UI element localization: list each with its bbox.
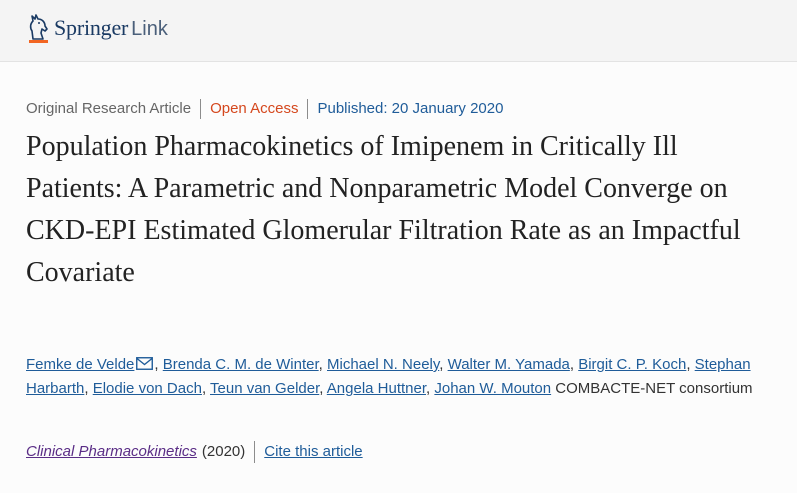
- author-link[interactable]: Angela Huttner: [327, 380, 426, 397]
- publication-year: (2020): [201, 443, 246, 460]
- author-link[interactable]: Brenda C. M. de Winter: [163, 356, 319, 373]
- author-link[interactable]: Birgit C. P. Koch: [578, 356, 686, 373]
- author-link[interactable]: Johan W. Mouton: [434, 380, 551, 397]
- mail-icon[interactable]: [136, 357, 154, 370]
- author-link[interactable]: Walter M. Yamada: [448, 356, 570, 373]
- published-date: Published: 20 January 2020: [317, 100, 504, 117]
- journal-link[interactable]: Clinical Pharmacokinetics: [26, 441, 197, 463]
- springer-link-logo[interactable]: Springer Link: [26, 12, 168, 44]
- author-link[interactable]: Elodie von Dach: [93, 380, 202, 397]
- citation-divider: [254, 441, 256, 463]
- logo-springer-text: Springer: [54, 15, 129, 40]
- site-header: Springer Link: [0, 0, 797, 62]
- author-link[interactable]: Femke de Velde: [26, 356, 134, 373]
- article-type: Original Research Article: [26, 100, 192, 117]
- springer-horse-icon: [29, 14, 48, 43]
- citation-row: Clinical Pharmacokinetics (2020) Cite th…: [26, 441, 363, 463]
- author-link[interactable]: Michael N. Neely: [327, 356, 439, 373]
- open-access-badge: Open Access: [210, 100, 299, 117]
- author-link[interactable]: Teun van Gelder: [210, 380, 319, 397]
- article-meta: Original Research Article Open Access Pu…: [26, 99, 512, 119]
- cite-this-article-link[interactable]: Cite this article: [264, 441, 362, 463]
- article-title: Population Pharmacokinetics of Imipenem …: [26, 131, 741, 288]
- consortium-text: COMBACTE-NET consortium: [555, 380, 753, 397]
- logo-link-text: Link: [131, 18, 168, 40]
- author-list: Femke de Velde, Brenda C. M. de Winter, …: [26, 356, 753, 397]
